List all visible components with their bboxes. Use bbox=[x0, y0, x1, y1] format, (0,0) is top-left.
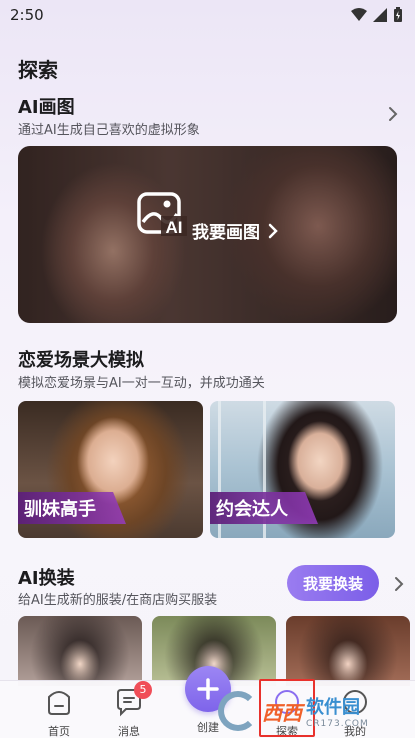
signal-icon bbox=[373, 8, 387, 22]
watermark-url: CR173.COM bbox=[306, 719, 369, 729]
tab-messages-label: 消息 bbox=[118, 725, 140, 738]
ai-draw-button-label: 我要画图 bbox=[192, 223, 261, 243]
chevron-right-icon bbox=[268, 223, 278, 238]
scene-card-label: 驯妹高手 bbox=[18, 492, 126, 524]
ai-outfit-title: AI换装 bbox=[18, 568, 75, 589]
chevron-right-icon[interactable] bbox=[391, 576, 407, 592]
wifi-icon bbox=[351, 8, 367, 21]
plus-icon bbox=[197, 678, 219, 700]
tab-home[interactable]: 首页 bbox=[24, 681, 94, 738]
ai-outfit-subtitle: 给AI生成新的服装/在商店购买服装 bbox=[18, 593, 218, 608]
outfit-card[interactable] bbox=[286, 616, 410, 686]
status-bar: 2:50 bbox=[0, 0, 415, 32]
ai-draw-cta-group[interactable]: AI 我要画图 bbox=[18, 192, 397, 243]
home-icon bbox=[48, 691, 70, 715]
love-sim-title: 恋爱场景大模拟 bbox=[18, 350, 144, 371]
status-time: 2:50 bbox=[10, 6, 44, 24]
scene-card-label: 约会达人 bbox=[210, 492, 318, 524]
ai-draw-button[interactable]: 我要画图 bbox=[192, 218, 278, 243]
ai-draw-card[interactable]: AI 我要画图 bbox=[18, 146, 397, 323]
ai-image-icon: AI bbox=[137, 192, 187, 237]
ai-logo-text: AI bbox=[165, 218, 182, 237]
watermark-brand: 西西 bbox=[262, 700, 302, 725]
outfit-card[interactable] bbox=[18, 616, 142, 686]
message-badge: 5 bbox=[134, 681, 152, 699]
love-sim-subtitle: 模拟恋爱场景与AI一对一互动，并成功通关 bbox=[18, 376, 265, 391]
tab-messages[interactable]: 5 消息 bbox=[94, 681, 164, 738]
scene-card[interactable]: 约会达人 bbox=[210, 401, 395, 538]
watermark-c-icon bbox=[218, 691, 258, 731]
chevron-right-icon[interactable] bbox=[385, 106, 401, 122]
status-icons bbox=[351, 7, 403, 23]
ai-draw-title: AI画图 bbox=[18, 97, 75, 118]
tab-home-label: 首页 bbox=[48, 725, 70, 738]
page-title: 探索 bbox=[18, 58, 58, 82]
ai-draw-subtitle: 通过AI生成自己喜欢的虚拟形象 bbox=[18, 123, 200, 138]
outfit-swap-button[interactable]: 我要换装 bbox=[287, 565, 379, 601]
watermark-cn: 软件园 bbox=[306, 697, 360, 718]
scene-card[interactable]: 驯妹高手 bbox=[18, 401, 203, 538]
watermark-logo: 西西 软件园 CR173.COM bbox=[218, 687, 398, 735]
battery-icon bbox=[394, 7, 402, 22]
